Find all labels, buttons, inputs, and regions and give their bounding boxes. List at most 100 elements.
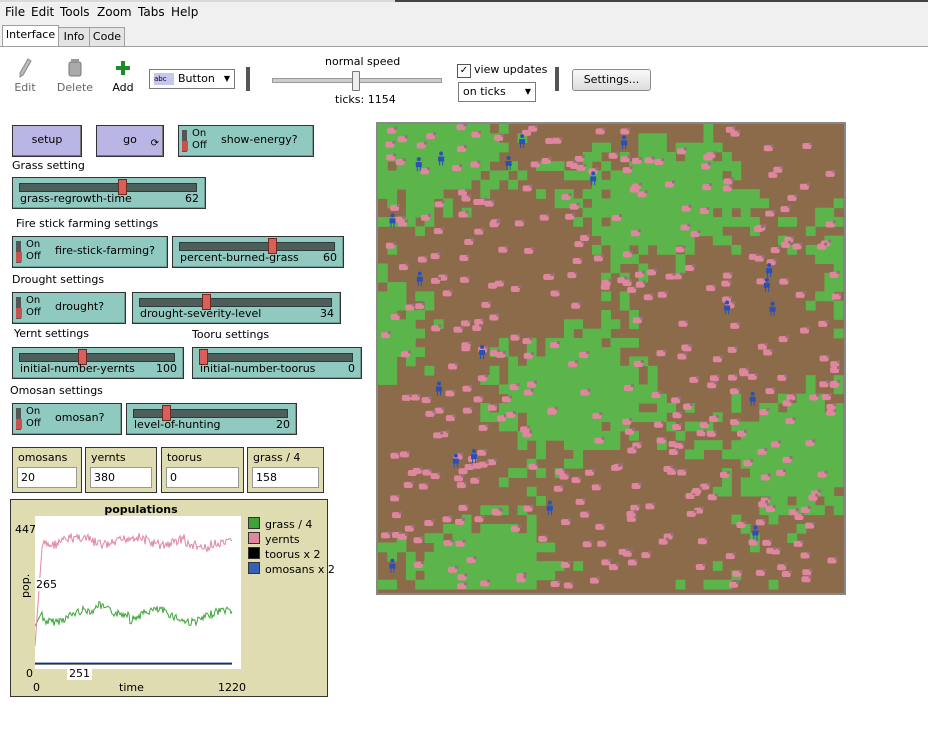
grass-patch xyxy=(489,551,500,562)
grass-patch xyxy=(684,170,695,181)
delete-button[interactable]: Delete xyxy=(55,55,95,94)
drought-settings-label: Drought settings xyxy=(12,273,105,286)
grass-patch xyxy=(731,244,742,255)
initial-toorus-slider[interactable]: initial-number-toorus 0 xyxy=(192,347,362,379)
yernt-agent xyxy=(780,205,791,213)
grass-patch xyxy=(777,486,788,497)
grass-patch xyxy=(573,449,584,460)
add-button[interactable]: Add xyxy=(103,55,143,94)
grass-patch xyxy=(833,505,844,516)
grass-patch xyxy=(610,412,621,423)
grass-patch xyxy=(647,198,658,209)
grass-patch xyxy=(489,151,500,162)
grass-patch xyxy=(815,477,825,488)
update-mode-select[interactable]: on ticks ▼ xyxy=(458,82,536,102)
grass-patch xyxy=(396,337,407,348)
grass-patch xyxy=(480,533,491,543)
menu-help[interactable]: Help xyxy=(171,5,198,19)
grass-patch xyxy=(526,579,537,590)
yernt-agent xyxy=(826,402,837,410)
grass-patch xyxy=(554,393,565,404)
grass-patch xyxy=(824,282,835,292)
grass-patch xyxy=(703,198,714,209)
yernt-agent xyxy=(762,538,773,546)
yernt-agent xyxy=(459,275,470,283)
grass-patch xyxy=(405,551,416,562)
grass-patch xyxy=(619,375,630,385)
drought-severity-slider[interactable]: drought-severity-level 34 xyxy=(132,292,341,324)
grass-patch xyxy=(647,189,658,199)
fire-stick-farming-switch[interactable]: On Off fire-stick-farming? xyxy=(12,236,168,268)
grass-patch xyxy=(657,170,667,181)
grass-patch xyxy=(378,356,388,367)
show-energy-switch[interactable]: On Off show-energy? xyxy=(178,125,314,157)
yernt-agent xyxy=(589,576,600,584)
menu-zoom[interactable]: Zoom xyxy=(97,5,132,19)
tab-interface[interactable]: Interface xyxy=(2,25,59,46)
grass-patch xyxy=(768,403,779,413)
edit-button[interactable]: Edit xyxy=(5,55,45,94)
grass-patch xyxy=(405,319,416,330)
grass-patch xyxy=(415,310,425,320)
menu-tabs[interactable]: Tabs xyxy=(138,5,165,19)
grass-patch xyxy=(396,282,407,292)
grass-patch xyxy=(601,356,611,367)
drought-switch[interactable]: On Off drought? xyxy=(12,292,126,324)
grass-patch xyxy=(536,365,546,376)
grass-patch xyxy=(601,179,611,190)
yernt-agent xyxy=(675,245,686,253)
grass-patch xyxy=(712,235,723,246)
grass-patch xyxy=(722,235,732,246)
grass-patch xyxy=(712,161,723,171)
yernt-agent xyxy=(520,425,531,433)
grass-patch xyxy=(536,542,546,553)
tab-code[interactable]: Code xyxy=(89,27,125,46)
grass-patch xyxy=(517,468,528,478)
yernt-agent xyxy=(395,215,406,223)
grass-patch xyxy=(424,179,435,190)
grass-patch xyxy=(526,542,537,553)
yernt-agent xyxy=(563,581,574,589)
grass-patch xyxy=(610,254,621,264)
grass-patch xyxy=(657,142,667,153)
grass-patch xyxy=(508,533,518,543)
grass-patch xyxy=(489,375,500,385)
yernt-agent xyxy=(727,345,738,353)
grass-patch xyxy=(536,561,546,571)
omosan-switch[interactable]: On Off omosan? xyxy=(12,403,122,435)
grass-patch xyxy=(554,412,565,423)
grass-patch xyxy=(833,477,844,488)
grass-patch xyxy=(722,477,732,488)
menu-file[interactable]: File xyxy=(5,5,25,19)
yernt-agent xyxy=(421,396,432,404)
percent-burned-slider[interactable]: percent-burned-grass 60 xyxy=(172,236,344,268)
yernt-agent xyxy=(399,450,410,458)
yernt-agent xyxy=(627,446,638,454)
grass-patch xyxy=(508,561,518,571)
menu-tools[interactable]: Tools xyxy=(60,5,90,19)
setup-button[interactable]: setup xyxy=(12,125,82,157)
world-view[interactable] xyxy=(376,122,846,595)
grass-patch xyxy=(619,217,630,227)
view-updates-checkbox[interactable]: ✓ xyxy=(457,64,471,78)
grass-patch xyxy=(805,375,816,385)
widget-type-select[interactable]: abc Button ▼ xyxy=(149,69,235,89)
level-of-hunting-slider[interactable]: level-of-hunting 20 xyxy=(126,403,297,435)
go-button[interactable]: go ⟳ xyxy=(96,125,164,157)
grass-patch xyxy=(396,142,407,153)
menu-edit[interactable]: Edit xyxy=(31,5,54,19)
yernt-agent xyxy=(763,144,774,152)
grass-patch xyxy=(536,570,546,581)
yernt-agent xyxy=(609,563,620,571)
grass-patch xyxy=(508,542,518,553)
plot-area xyxy=(34,516,241,669)
yernt-agent xyxy=(709,374,720,382)
settings-button[interactable]: Settings... xyxy=(572,69,651,91)
grass-patch xyxy=(703,217,714,227)
speed-slider-thumb[interactable] xyxy=(352,71,360,91)
yernt-agent xyxy=(825,169,836,177)
initial-yernts-slider[interactable]: initial-number-yernts 100 xyxy=(12,347,184,379)
tab-info[interactable]: Info xyxy=(58,27,90,46)
grass-regrowth-slider[interactable]: grass-regrowth-time 62 xyxy=(12,177,206,209)
grass-patch xyxy=(471,533,481,543)
